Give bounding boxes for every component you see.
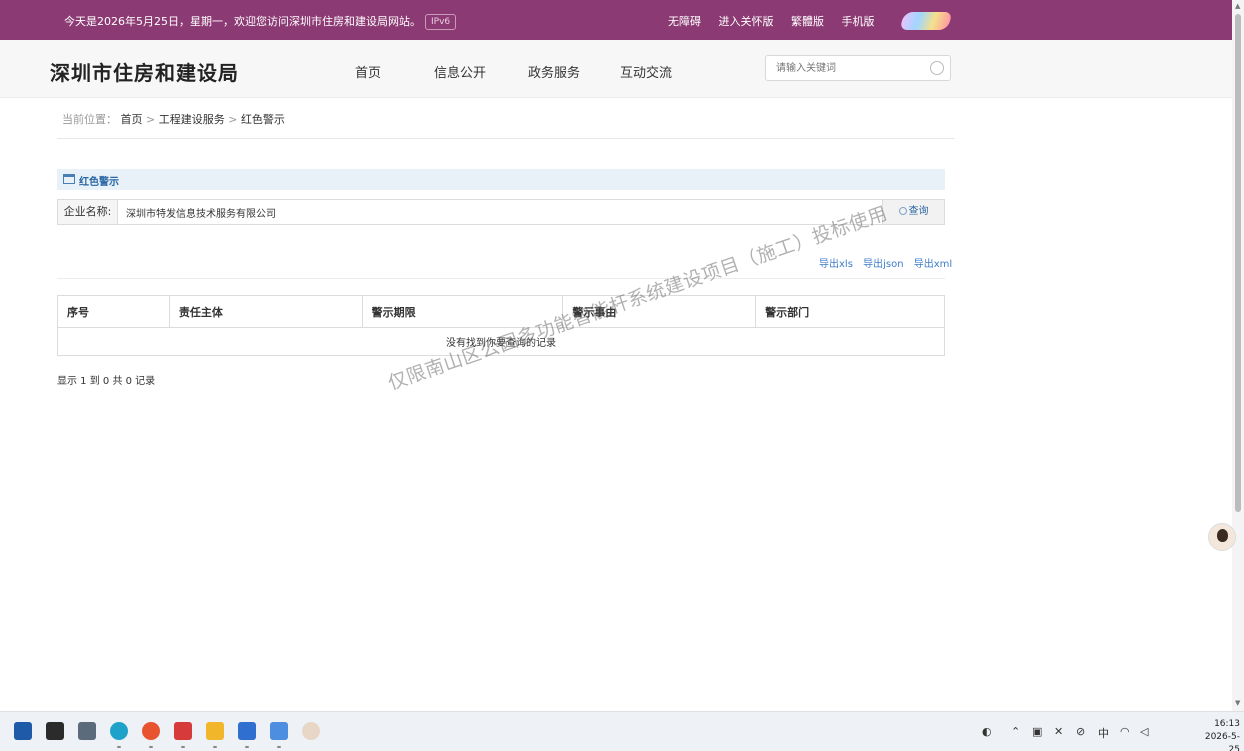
search-input[interactable] <box>776 56 926 80</box>
wifi-icon[interactable]: ◠ <box>1120 725 1130 738</box>
export-xls-link[interactable]: 导出xls <box>819 259 853 270</box>
avatar-app-icon[interactable] <box>302 722 320 740</box>
assistant-avatar-icon[interactable] <box>1208 523 1236 551</box>
clock-date: 2026-5-25 <box>1204 732 1240 751</box>
ipv6-badge: IPv6 <box>425 14 457 30</box>
greeting-text: 今天是2026年5月25日，星期一，欢迎您访问深圳市住房和建设局网站。 <box>64 15 421 28</box>
site-header: 深圳市住房和建设局 首页 信息公开 政务服务 互动交流 <box>0 40 1232 98</box>
calculator-icon[interactable] <box>78 722 96 740</box>
vertical-scrollbar[interactable]: ▲ ▼ <box>1232 0 1244 711</box>
company-name-label: 企业名称: <box>58 200 118 224</box>
scroll-down-icon[interactable]: ▼ <box>1235 699 1240 707</box>
accessibility-link[interactable]: 无障碍 <box>668 15 701 28</box>
breadcrumb-current: 红色警示 <box>240 113 285 126</box>
export-json-link[interactable]: 导出json <box>863 259 903 270</box>
chevron-up-icon[interactable]: ⌃ <box>1011 725 1020 738</box>
top-links: 无障碍 进入关怀版 繁體版 手机版 <box>668 13 889 29</box>
notepad-icon[interactable] <box>270 722 288 740</box>
breadcrumb: 当前位置： 首页 > 工程建设服务 > 红色警示 <box>62 111 285 127</box>
input-method-icon[interactable]: 中 <box>1098 725 1109 741</box>
taskbar: ◐ ⌃ ▣ ✕ ⊘ 中 ◠ ◁ 16:13 2026-5-25 <box>0 711 1244 751</box>
pagination-summary: 显示 1 到 0 共 0 记录 <box>57 376 156 387</box>
divider <box>57 278 945 279</box>
running-indicator <box>117 746 121 748</box>
volume-icon[interactable]: ◁ <box>1140 725 1148 738</box>
nav-info-disclosure[interactable]: 信息公开 <box>434 62 486 81</box>
site-title[interactable]: 深圳市住房和建设局 <box>50 57 239 86</box>
query-button-label: 查询 <box>908 206 929 217</box>
sync-icon[interactable]: ⊘ <box>1076 725 1085 738</box>
column-header-department[interactable]: 警示部门 <box>755 295 945 328</box>
nav-home[interactable]: 首页 <box>355 62 381 81</box>
running-indicator <box>245 746 249 748</box>
decorative-badge-icon <box>899 12 953 30</box>
nav-interaction[interactable]: 互动交流 <box>620 62 672 81</box>
running-indicator <box>149 746 153 748</box>
table-header-row: 序号 责任主体 警示期限 警示事由 警示部门 <box>57 295 945 328</box>
monitor-icon[interactable] <box>238 722 256 740</box>
search-icon <box>898 207 907 215</box>
edge-browser-icon[interactable] <box>110 722 128 740</box>
company-name-input[interactable] <box>126 203 866 221</box>
filter-row: 企业名称: 查询 <box>57 199 945 225</box>
start-icon[interactable] <box>14 722 32 740</box>
running-indicator <box>277 746 281 748</box>
search-icon[interactable] <box>930 61 944 75</box>
breadcrumb-separator: > <box>228 113 238 126</box>
elder-mode-link[interactable]: 进入关怀版 <box>719 15 774 28</box>
security-icon[interactable]: ▣ <box>1032 725 1042 738</box>
divider <box>57 138 955 139</box>
top-info-bar: 今天是2026年5月25日，星期一，欢迎您访问深圳市住房和建设局网站。 IPv6 … <box>0 0 1232 40</box>
scrollbar-thumb[interactable] <box>1235 14 1241 512</box>
welcome-text: 今天是2026年5月25日，星期一，欢迎您访问深圳市住房和建设局网站。 IPv6 <box>64 13 457 30</box>
nav-government-services[interactable]: 政务服务 <box>528 62 580 81</box>
running-indicator <box>213 746 217 748</box>
clock-time: 16:13 <box>1214 719 1240 729</box>
traditional-chinese-link[interactable]: 繁體版 <box>791 15 824 28</box>
app-tray-icon[interactable]: ◐ <box>982 725 992 738</box>
running-indicator <box>181 746 185 748</box>
site-search <box>765 55 951 81</box>
breadcrumb-engineering[interactable]: 工程建设服务 <box>159 113 225 126</box>
tray-app-icon[interactable]: ✕ <box>1054 725 1063 738</box>
column-header-subject[interactable]: 责任主体 <box>169 295 363 328</box>
column-header-index[interactable]: 序号 <box>57 295 170 328</box>
chrome-icon[interactable] <box>142 722 160 740</box>
app-icon[interactable] <box>46 722 64 740</box>
breadcrumb-prefix: 当前位置： <box>62 113 117 126</box>
panel-header: 红色警示 <box>57 169 945 190</box>
wps-icon[interactable] <box>174 722 192 740</box>
breadcrumb-separator: > <box>146 113 156 126</box>
scroll-up-icon[interactable]: ▲ <box>1235 2 1240 10</box>
panel-title: 红色警示 <box>79 177 119 188</box>
system-clock[interactable]: 16:13 2026-5-25 <box>1196 718 1240 751</box>
folder-icon[interactable] <box>206 722 224 740</box>
query-button[interactable]: 查询 <box>882 200 944 224</box>
export-xml-link[interactable]: 导出xml <box>914 259 952 270</box>
mobile-version-link[interactable]: 手机版 <box>842 15 875 28</box>
window-icon <box>63 174 75 184</box>
export-links: 导出xls 导出json 导出xml <box>812 255 952 270</box>
breadcrumb-home[interactable]: 首页 <box>121 113 143 126</box>
